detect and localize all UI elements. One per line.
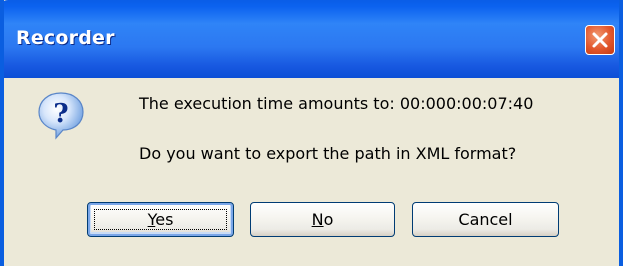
question-icon: ? xyxy=(38,92,84,140)
export-question-message: Do you want to export the path in XML fo… xyxy=(139,144,517,163)
execution-time-message: The execution time amounts to: 00:000:00… xyxy=(139,94,534,113)
dialog-body: ? The execution time amounts to: 00:000:… xyxy=(4,78,619,266)
no-label-rest: o xyxy=(323,210,334,229)
window-title: Recorder xyxy=(16,27,115,49)
dialog-window: Recorder ? The execution time amounts to… xyxy=(0,0,623,266)
no-mnemonic: N xyxy=(311,210,324,229)
no-button[interactable]: No xyxy=(250,202,395,237)
yes-label-rest: es xyxy=(155,210,174,229)
close-button[interactable] xyxy=(585,25,615,55)
svg-text:?: ? xyxy=(53,99,68,129)
close-icon xyxy=(592,32,608,48)
yes-button[interactable]: Yes xyxy=(87,202,234,237)
title-bar[interactable]: Recorder xyxy=(4,0,619,78)
cancel-button[interactable]: Cancel xyxy=(412,202,559,237)
